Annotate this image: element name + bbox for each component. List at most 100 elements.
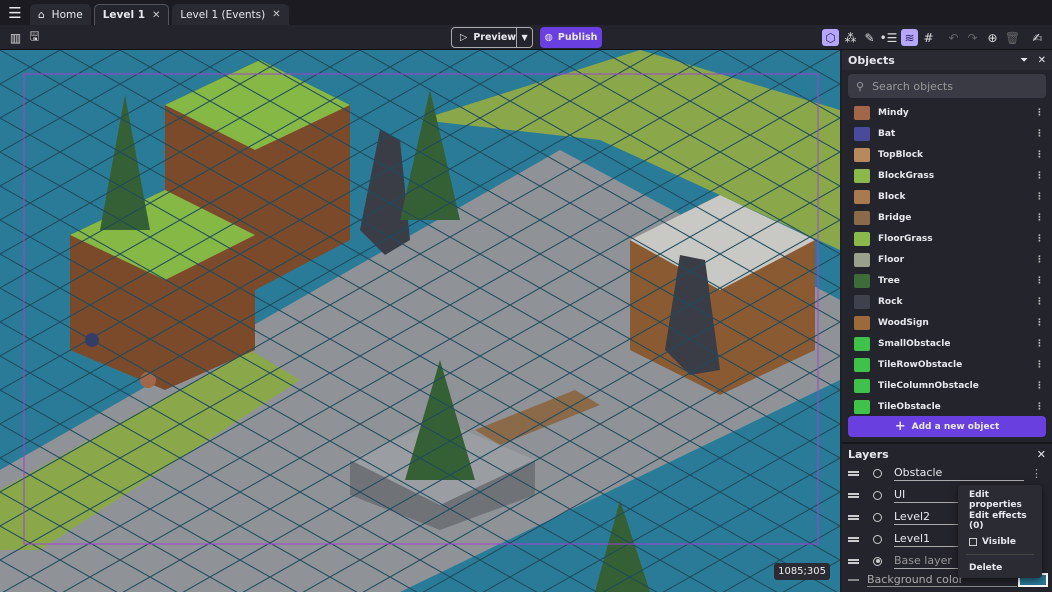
more-icon[interactable]: ⋮ bbox=[1035, 108, 1044, 118]
more-icon[interactable]: ⋮ bbox=[1035, 297, 1044, 307]
drag-handle-icon[interactable] bbox=[848, 536, 859, 542]
more-icon[interactable]: ⋮ bbox=[1035, 234, 1044, 244]
more-icon[interactable]: ⋮ bbox=[1035, 360, 1044, 370]
object-item[interactable]: TopBlock ⋮ bbox=[842, 144, 1052, 165]
object-name: TileColumnObstacle bbox=[878, 380, 979, 391]
object-name: Tree bbox=[878, 275, 900, 286]
object-thumbnail-icon bbox=[854, 336, 870, 351]
object-item[interactable]: FloorGrass ⋮ bbox=[842, 228, 1052, 249]
object-name: WoodSign bbox=[878, 317, 929, 328]
drag-handle-icon[interactable] bbox=[848, 492, 859, 498]
more-icon[interactable]: ⋮ bbox=[1031, 467, 1042, 480]
plus-icon: + bbox=[894, 419, 906, 434]
layer-select-radio[interactable] bbox=[873, 490, 882, 500]
object-item[interactable]: SmallObstacle ⋮ bbox=[842, 333, 1052, 354]
more-icon[interactable]: ⋮ bbox=[1035, 255, 1044, 265]
edit-icon[interactable]: ✎ bbox=[861, 29, 878, 46]
object-item[interactable]: WoodSign ⋮ bbox=[842, 312, 1052, 333]
object-name: TileObstacle bbox=[878, 401, 941, 412]
layer-row[interactable]: Obstacle ⋮ bbox=[842, 463, 1052, 483]
preview-button[interactable]: ▷ Preview ▼ bbox=[451, 27, 533, 48]
home-icon: ⌂ bbox=[38, 8, 45, 21]
object-thumbnail-icon bbox=[854, 294, 870, 309]
layer-select-radio[interactable] bbox=[873, 512, 882, 522]
play-icon: ▷ bbox=[460, 32, 468, 43]
scene-canvas[interactable]: 1085;305 bbox=[0, 50, 840, 592]
object-item[interactable]: TileObstacle ⋮ bbox=[842, 396, 1052, 417]
layer-select-radio[interactable] bbox=[873, 534, 882, 544]
layers-title: Layers bbox=[848, 447, 889, 461]
object-groups-icon[interactable]: ⁂ bbox=[842, 29, 859, 46]
object-item[interactable]: Block ⋮ bbox=[842, 186, 1052, 207]
tab-home[interactable]: ⌂ Home bbox=[30, 4, 91, 25]
object-thumbnail-icon bbox=[854, 105, 870, 120]
menu-icon[interactable]: ☰ bbox=[4, 2, 26, 24]
layer-select-radio[interactable] bbox=[873, 556, 882, 566]
object-item[interactable]: Rock ⋮ bbox=[842, 291, 1052, 312]
tab-level1[interactable]: Level 1 ✕ bbox=[93, 4, 170, 25]
drag-handle-icon[interactable] bbox=[848, 514, 859, 520]
object-item[interactable]: TileRowObstacle ⋮ bbox=[842, 354, 1052, 375]
cursor-coordinates: 1085;305 bbox=[774, 563, 830, 580]
object-thumbnail-icon bbox=[854, 189, 870, 204]
object-item[interactable]: Bridge ⋮ bbox=[842, 207, 1052, 228]
more-icon[interactable]: ⋮ bbox=[1035, 318, 1044, 328]
edit-effects-item[interactable]: Edit effects (0) bbox=[958, 510, 1042, 531]
drag-handle-icon[interactable] bbox=[848, 470, 859, 476]
object-item[interactable]: Tree ⋮ bbox=[842, 270, 1052, 291]
layer-select-radio[interactable] bbox=[873, 468, 882, 478]
close-icon[interactable]: ✕ bbox=[272, 9, 280, 20]
layer-context-menu: Edit properties Edit effects (0) Visible… bbox=[958, 485, 1042, 578]
instances-list-icon[interactable]: •☰ bbox=[880, 29, 898, 46]
close-icon[interactable]: ✕ bbox=[1037, 448, 1046, 461]
isometric-scene bbox=[0, 50, 840, 592]
more-icon[interactable]: ⋮ bbox=[1035, 213, 1044, 223]
zoom-icon[interactable]: ⊕ bbox=[984, 29, 1001, 46]
visible-item[interactable]: Visible bbox=[958, 531, 1042, 552]
close-icon[interactable]: ✕ bbox=[1038, 55, 1046, 66]
object-thumbnail-icon bbox=[854, 252, 870, 267]
redo-icon[interactable]: ↷ bbox=[964, 29, 981, 46]
object-item[interactable]: BlockGrass ⋮ bbox=[842, 165, 1052, 186]
filter-icon[interactable]: ⏷ bbox=[1020, 55, 1028, 66]
tab-bar: ☰ ⌂ Home Level 1 ✕ Level 1 (Events) ✕ bbox=[0, 0, 1052, 25]
more-icon[interactable]: ⋮ bbox=[1035, 339, 1044, 349]
object-name: Bridge bbox=[878, 212, 912, 223]
more-icon[interactable]: ⋮ bbox=[1035, 192, 1044, 202]
chevron-down-icon[interactable]: ▼ bbox=[517, 33, 532, 42]
delete-icon[interactable]: 🗑 bbox=[1004, 29, 1021, 46]
more-icon[interactable]: ⋮ bbox=[1035, 150, 1044, 160]
object-item[interactable]: Bat ⋮ bbox=[842, 123, 1052, 144]
object-name: Bat bbox=[878, 128, 896, 139]
layers-icon[interactable]: ≋ bbox=[901, 29, 918, 46]
object-name: Floor bbox=[878, 254, 905, 265]
undo-icon[interactable]: ↶ bbox=[945, 29, 962, 46]
grid-icon[interactable]: # bbox=[920, 29, 937, 46]
object-thumbnail-icon bbox=[854, 315, 870, 330]
more-icon[interactable]: ⋮ bbox=[1035, 402, 1044, 412]
layer-name[interactable]: Obstacle bbox=[894, 466, 1024, 481]
save-icon[interactable]: 🖫 bbox=[26, 29, 43, 46]
panels-icon[interactable]: ▥ bbox=[7, 29, 24, 46]
add-object-button[interactable]: + Add a new object bbox=[848, 416, 1046, 437]
more-icon[interactable]: ⋮ bbox=[1035, 381, 1044, 391]
more-icon[interactable]: ⋮ bbox=[1035, 171, 1044, 181]
scene-properties-icon[interactable]: ✍ bbox=[1029, 29, 1046, 46]
search-objects-input[interactable]: ⚲ Search objects bbox=[848, 74, 1046, 98]
drag-handle-icon[interactable] bbox=[848, 558, 859, 564]
objects-panel-icon[interactable]: ⬡ bbox=[822, 29, 839, 46]
tab-level1-events[interactable]: Level 1 (Events) ✕ bbox=[172, 4, 289, 25]
delete-item[interactable]: Delete bbox=[958, 557, 1042, 578]
object-name: TopBlock bbox=[878, 149, 924, 160]
edit-properties-item[interactable]: Edit properties bbox=[958, 489, 1042, 510]
object-item[interactable]: Floor ⋮ bbox=[842, 249, 1052, 270]
object-thumbnail-icon bbox=[854, 378, 870, 393]
close-icon[interactable]: ✕ bbox=[152, 10, 160, 21]
publish-button[interactable]: ◍ Publish bbox=[540, 27, 602, 48]
more-icon[interactable]: ⋮ bbox=[1035, 129, 1044, 139]
more-icon[interactable]: ⋮ bbox=[1035, 276, 1044, 286]
object-item[interactable]: TileColumnObstacle ⋮ bbox=[842, 375, 1052, 396]
object-item[interactable]: Mindy ⋮ bbox=[842, 102, 1052, 123]
checkbox-icon[interactable] bbox=[969, 537, 977, 546]
object-thumbnail-icon bbox=[854, 231, 870, 246]
